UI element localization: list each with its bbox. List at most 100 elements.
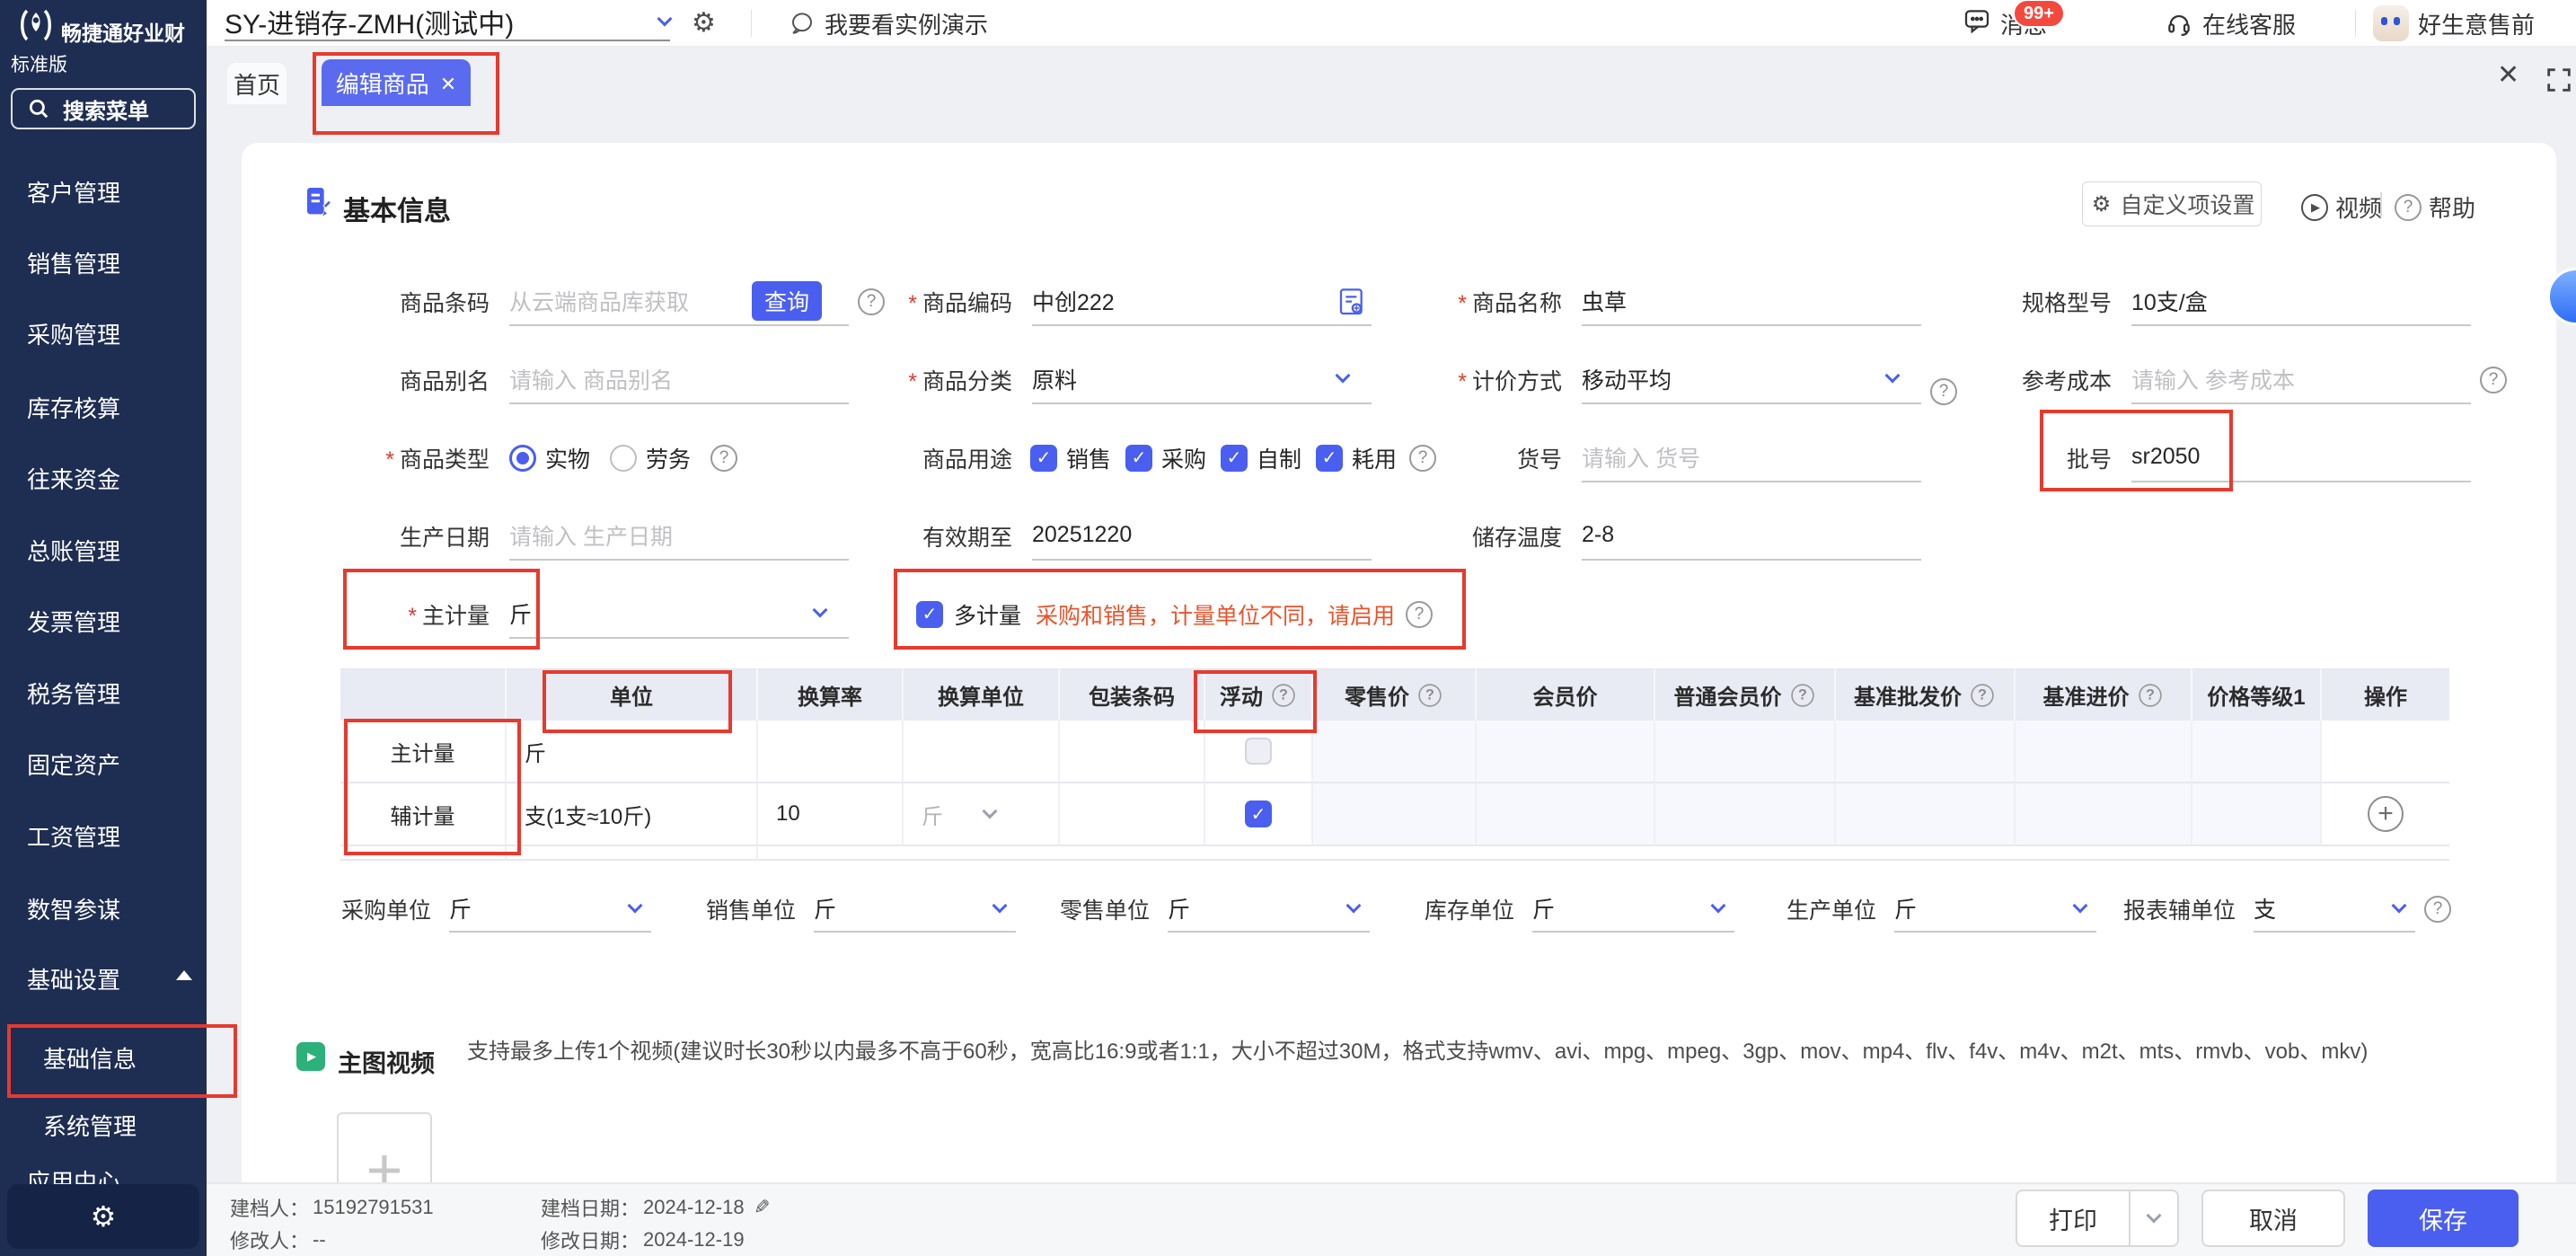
fullscreen-icon[interactable] bbox=[2544, 65, 2574, 95]
sidebar-search-input[interactable]: 搜索菜单 bbox=[11, 88, 196, 129]
edit-date-icon[interactable] bbox=[748, 1196, 770, 1219]
help-link[interactable]: 帮助 bbox=[2395, 190, 2475, 224]
production-unit-select[interactable]: 斤 bbox=[1894, 886, 2096, 933]
multi-unit-checkbox[interactable]: 多计量 bbox=[916, 598, 1021, 631]
common-member-price-cell[interactable] bbox=[1655, 783, 1836, 846]
sidebar-item-invoices[interactable]: 发票管理 bbox=[27, 605, 120, 638]
help-icon[interactable] bbox=[1971, 684, 1994, 707]
barcode-input[interactable]: 从云端商品库获取 查询 bbox=[509, 278, 849, 326]
sidebar-group-basic-settings[interactable]: 基础设置 bbox=[27, 962, 120, 995]
cancel-button[interactable]: 取消 bbox=[2201, 1190, 2345, 1247]
print-button-label[interactable]: 打印 bbox=[2017, 1191, 2129, 1245]
sidebar-item-inventory[interactable]: 库存核算 bbox=[27, 391, 120, 424]
member-price-cell[interactable] bbox=[1477, 783, 1655, 846]
base-purchase-price-cell[interactable] bbox=[2016, 721, 2192, 783]
floating-cell[interactable] bbox=[1205, 783, 1313, 846]
add-row-icon[interactable] bbox=[2368, 796, 2404, 832]
base-purchase-price-cell[interactable] bbox=[2016, 783, 2192, 846]
sidebar-item-basic-info[interactable]: 基础信息 bbox=[43, 1041, 137, 1075]
spec-input[interactable]: 10支/盒 bbox=[2131, 278, 2471, 326]
unit-cell[interactable]: 斤 bbox=[507, 721, 758, 783]
checkbox-checked-icon[interactable] bbox=[1245, 800, 1272, 827]
sidebar-item-funds[interactable]: 往来资金 bbox=[27, 462, 120, 495]
close-page-icon[interactable] bbox=[2497, 59, 2519, 91]
pricing-select[interactable]: 移动平均 bbox=[1582, 356, 1921, 404]
help-icon[interactable] bbox=[1791, 684, 1814, 707]
help-icon[interactable] bbox=[1930, 378, 1957, 405]
sidebar-item-payroll[interactable]: 工资管理 bbox=[27, 819, 120, 853]
demo-link[interactable]: 我要看实例演示 bbox=[789, 0, 988, 47]
sidebar-item-analytics[interactable]: 数智参谋 bbox=[27, 892, 120, 925]
query-button[interactable]: 查询 bbox=[752, 281, 822, 321]
conv-unit-cell[interactable] bbox=[904, 721, 1060, 783]
help-icon[interactable] bbox=[2480, 367, 2507, 394]
type-option-physical[interactable]: 实物 bbox=[509, 442, 590, 474]
sidebar-item-fixed-assets[interactable]: 固定资产 bbox=[27, 747, 120, 781]
art-no-input[interactable]: 请输入 货号 bbox=[1582, 434, 1921, 482]
common-member-price-cell[interactable] bbox=[1655, 721, 1836, 783]
video-link[interactable]: 视频 bbox=[2301, 190, 2382, 224]
usage-option-selfmade[interactable]: 自制 bbox=[1221, 442, 1301, 474]
package-barcode-cell[interactable] bbox=[1060, 783, 1205, 846]
type-option-service[interactable]: 劳务 bbox=[610, 442, 691, 474]
retail-price-cell[interactable] bbox=[1313, 721, 1477, 783]
sidebar-item-customers[interactable]: 客户管理 bbox=[27, 175, 120, 208]
support-button[interactable]: 在线客服 bbox=[2165, 0, 2296, 47]
tab-edit-product[interactable]: 编辑商品 bbox=[322, 59, 471, 106]
base-wholesale-price-cell[interactable] bbox=[1836, 721, 2016, 783]
messages-button[interactable]: 99+ 消息 bbox=[1963, 0, 2047, 47]
print-split-button[interactable]: 打印 bbox=[2016, 1190, 2179, 1247]
unit-cell[interactable]: 支(1支≈10斤) bbox=[507, 783, 758, 846]
help-icon[interactable] bbox=[1409, 445, 1436, 472]
batch-input[interactable]: sr2050 bbox=[2131, 434, 2471, 482]
sidebar-item-sales[interactable]: 销售管理 bbox=[27, 246, 120, 279]
settings-gear-icon[interactable] bbox=[692, 7, 716, 39]
sidebar-item-ledger[interactable]: 总账管理 bbox=[27, 534, 120, 567]
sale-unit-select[interactable]: 斤 bbox=[814, 886, 1016, 933]
expiry-input[interactable]: 20251220 bbox=[1032, 512, 1372, 561]
retail-price-cell[interactable] bbox=[1313, 783, 1477, 846]
sidebar-item-purchasing[interactable]: 采购管理 bbox=[27, 317, 120, 350]
base-wholesale-price-cell[interactable] bbox=[1836, 783, 2016, 846]
code-rule-icon[interactable] bbox=[1337, 287, 1366, 319]
help-icon[interactable] bbox=[1272, 684, 1295, 707]
name-input[interactable]: 虫草 bbox=[1582, 278, 1921, 326]
sidebar-item-tax[interactable]: 税务管理 bbox=[27, 677, 120, 710]
save-button[interactable]: 保存 bbox=[2368, 1190, 2519, 1247]
sidebar-settings-gear-icon[interactable] bbox=[7, 1184, 199, 1249]
sidebar-item-system-admin[interactable]: 系统管理 bbox=[43, 1109, 137, 1142]
tab-home[interactable]: 首页 bbox=[227, 63, 287, 104]
member-price-cell[interactable] bbox=[1477, 721, 1655, 783]
tab-close-icon[interactable] bbox=[440, 69, 456, 97]
custom-fields-button[interactable]: 自定义项设置 bbox=[2082, 181, 2262, 226]
rate-cell[interactable] bbox=[758, 721, 904, 783]
print-options-caret[interactable] bbox=[2129, 1191, 2177, 1245]
stock-unit-select[interactable]: 斤 bbox=[1532, 886, 1734, 933]
storage-input[interactable]: 2-8 bbox=[1582, 512, 1921, 561]
help-icon[interactable] bbox=[1406, 601, 1433, 628]
usage-option-purchase[interactable]: 采购 bbox=[1125, 442, 1206, 474]
category-select[interactable]: 原料 bbox=[1032, 356, 1372, 404]
purchase-unit-select[interactable]: 斤 bbox=[449, 886, 651, 933]
main-unit-select[interactable]: 斤 bbox=[509, 590, 849, 639]
package-barcode-cell[interactable] bbox=[1060, 721, 1205, 783]
ref-cost-input[interactable]: 请输入 参考成本 bbox=[2131, 356, 2471, 404]
checkbox-unchecked-icon[interactable] bbox=[1245, 738, 1272, 765]
price-level-1-cell[interactable] bbox=[2192, 783, 2322, 846]
help-icon[interactable] bbox=[1418, 684, 1442, 707]
usage-option-sale[interactable]: 销售 bbox=[1030, 442, 1111, 474]
alias-input[interactable]: 请输入 商品别名 bbox=[509, 356, 849, 404]
account-selector[interactable]: SY-进销存-ZMH(测试中) bbox=[225, 4, 670, 41]
price-level-1-cell[interactable] bbox=[2192, 721, 2322, 783]
retail-unit-select[interactable]: 斤 bbox=[1168, 886, 1370, 933]
report-aux-unit-select[interactable]: 支 bbox=[2254, 886, 2415, 933]
code-input[interactable]: 中创222 bbox=[1032, 278, 1372, 326]
rate-cell[interactable]: 10 bbox=[758, 783, 904, 846]
agent-menu[interactable]: 好生意售前 bbox=[2373, 0, 2535, 47]
help-icon[interactable] bbox=[2424, 896, 2451, 923]
help-icon[interactable] bbox=[710, 445, 737, 472]
help-icon[interactable] bbox=[858, 288, 885, 315]
floating-cell[interactable] bbox=[1205, 721, 1313, 783]
conv-unit-select[interactable]: 斤 bbox=[904, 783, 1060, 846]
usage-option-consume[interactable]: 耗用 bbox=[1316, 442, 1397, 474]
